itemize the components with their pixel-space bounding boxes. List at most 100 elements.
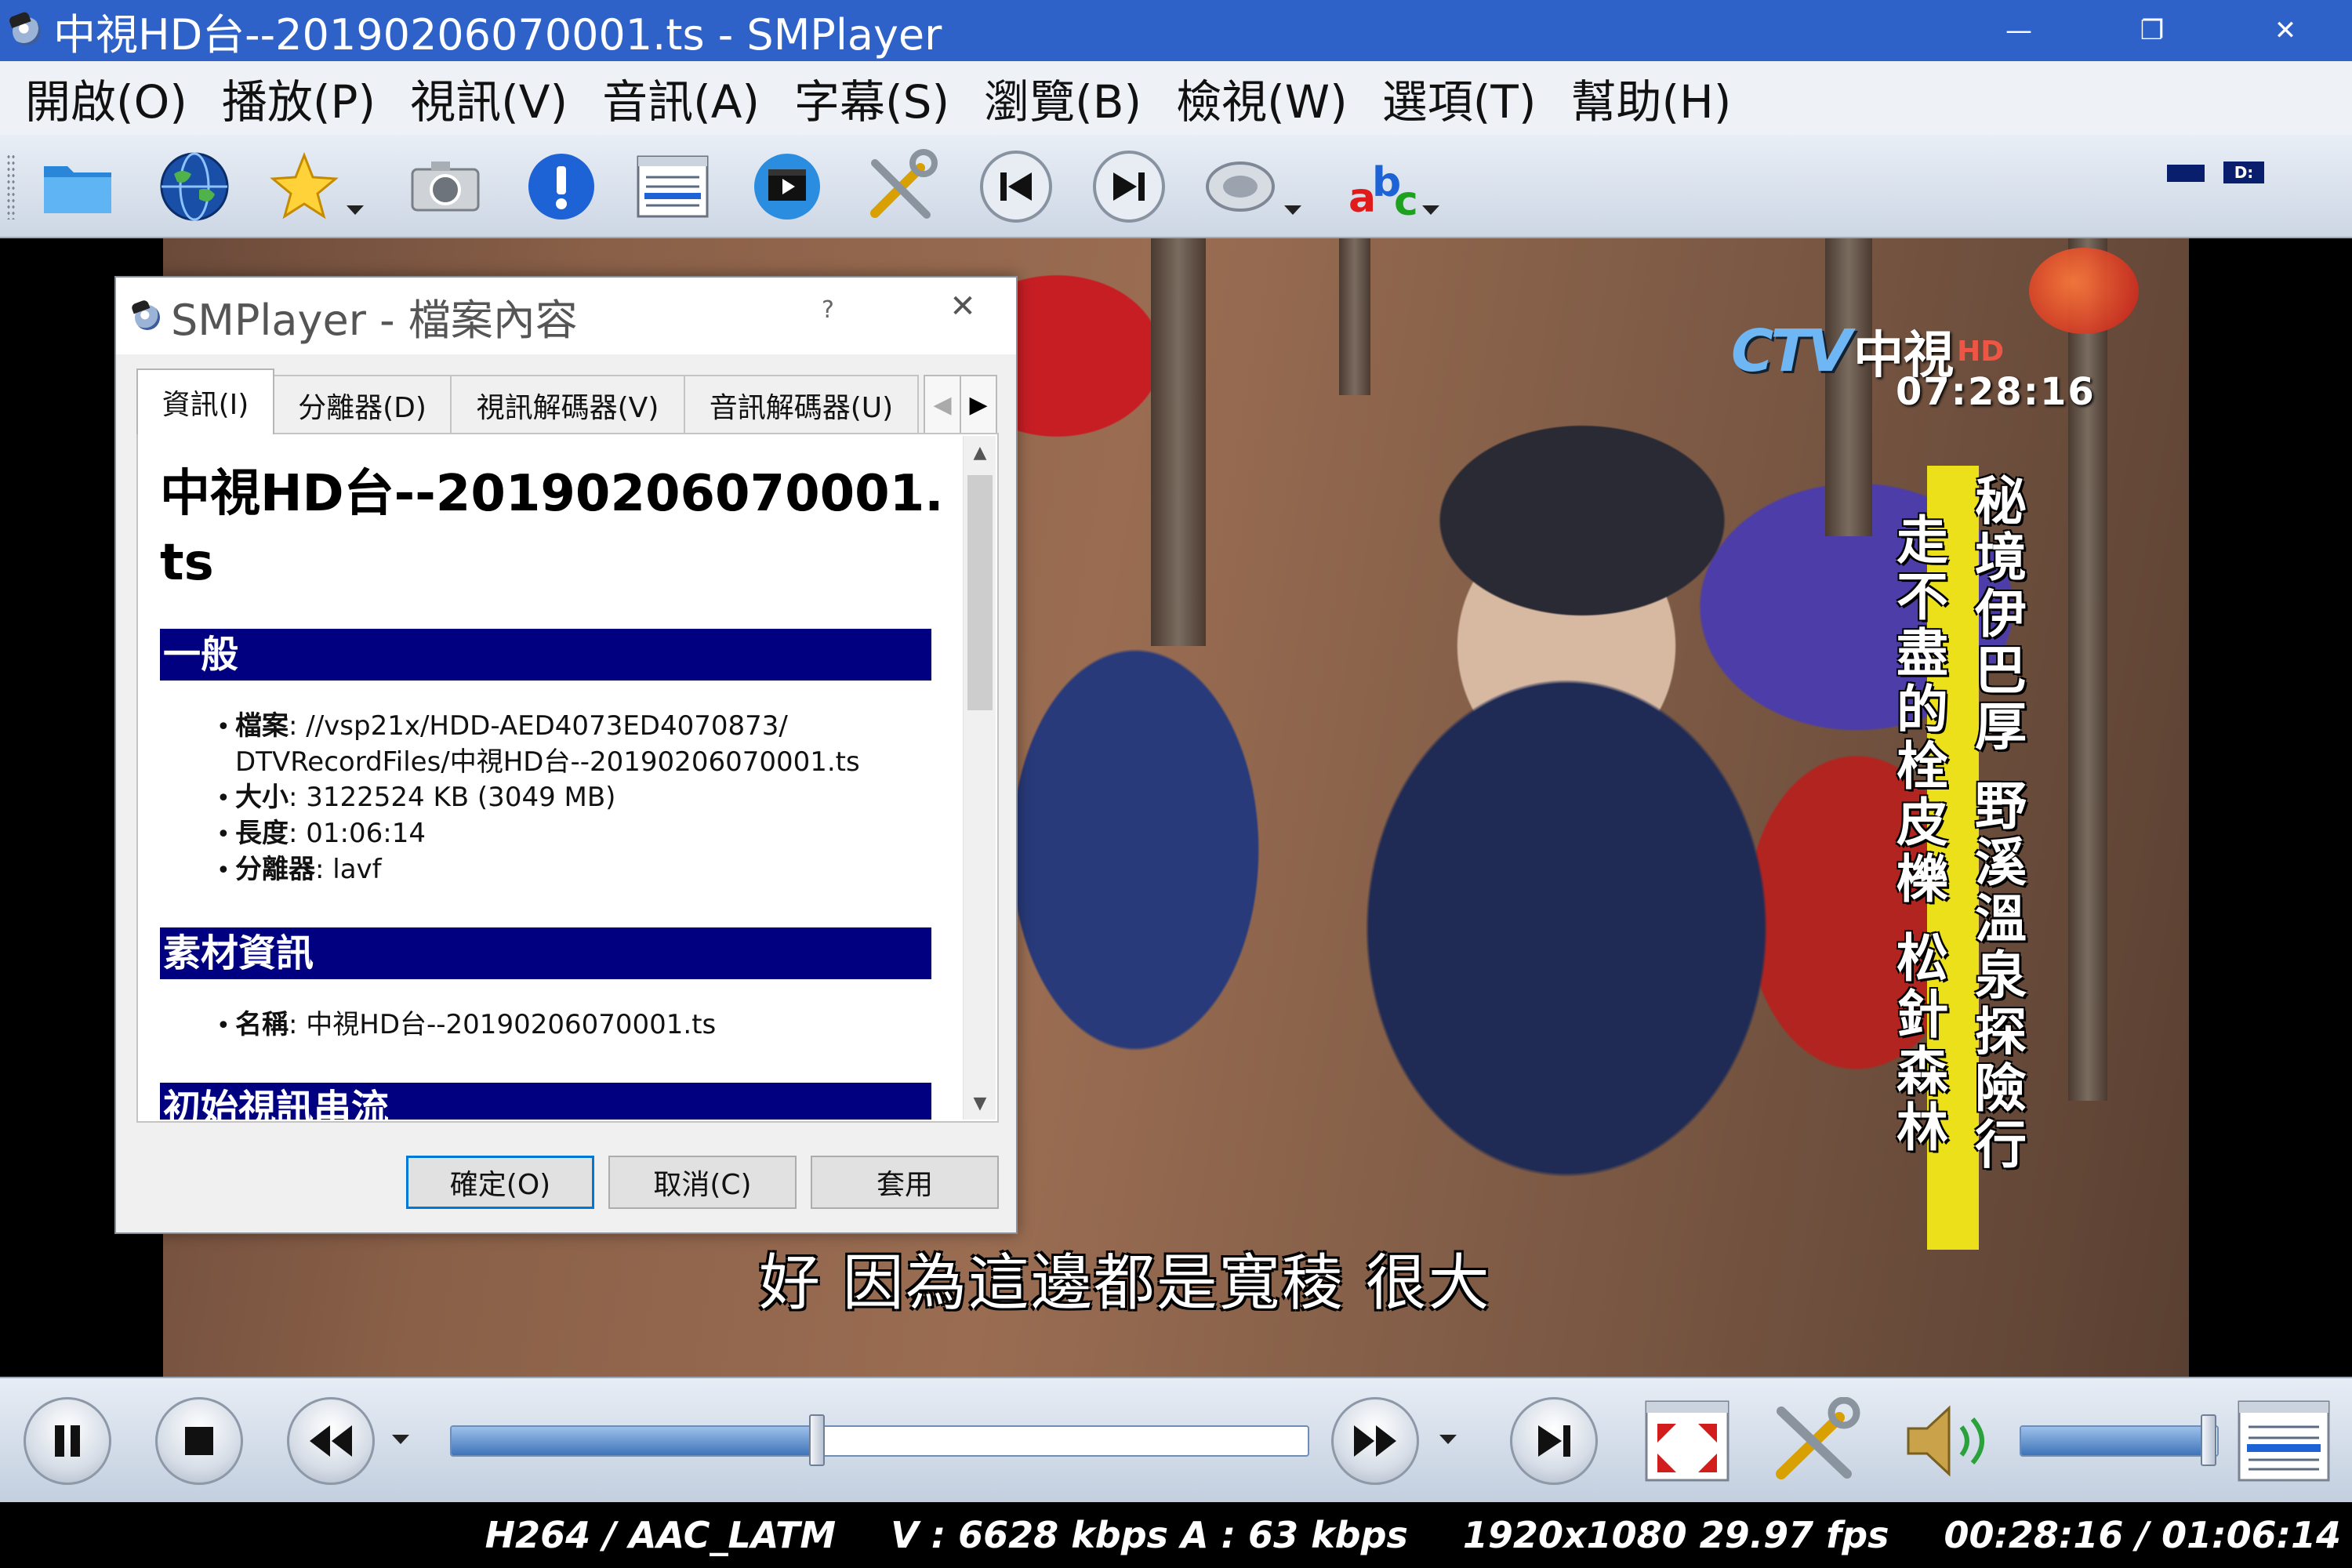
audio-track-dropdown-icon[interactable]: [1284, 205, 1301, 215]
seek-bar[interactable]: [450, 1425, 1309, 1457]
general-properties: 檔案: //vsp21x/HDD-AED4073ED4070873/DTVRec…: [235, 709, 947, 888]
close-button[interactable]: ✕: [2219, 0, 2352, 61]
preferences-tools-icon[interactable]: [861, 146, 942, 227]
dialog-help-button[interactable]: ?: [822, 296, 834, 324]
playlist-button[interactable]: [2238, 1400, 2330, 1482]
tab-scroll-left-icon[interactable]: ◀: [924, 375, 961, 434]
scroll-down-icon[interactable]: ▼: [964, 1087, 996, 1120]
volume-handle[interactable]: [2201, 1414, 2217, 1466]
volume-level: [2021, 1427, 2208, 1455]
drive-indicator: D:: [2223, 162, 2264, 183]
playlist-icon: [2238, 1400, 2330, 1482]
menu-subtitles[interactable]: 字幕(S): [794, 65, 949, 131]
status-resolution: 1920x1080 29.97 fps: [1462, 1514, 1889, 1556]
tab-info[interactable]: 資訊(I): [136, 368, 274, 434]
toolbar-grip[interactable]: [6, 154, 16, 220]
prop-file: 檔案: //vsp21x/HDD-AED4073ED4070873/DTVRec…: [235, 709, 947, 780]
rewind-icon: [310, 1425, 352, 1457]
clip-properties: 名稱: 中視HD台--20190206070001.ts: [235, 1007, 947, 1044]
tray-indicator-icon: [2167, 165, 2205, 182]
tab-video-codec[interactable]: 視訊解碼器(V): [450, 375, 685, 434]
pause-icon: [55, 1425, 80, 1457]
favorites-star-icon[interactable]: [263, 146, 345, 227]
info-content: 中視HD台--20190206070001.ts 一般 檔案: //vsp21x…: [160, 445, 947, 1120]
volume-slider[interactable]: [2020, 1425, 2219, 1457]
fullscreen-icon: [1645, 1400, 1730, 1482]
prop-duration: 長度: 01:06:14: [235, 816, 947, 852]
ctv-logo-mark: CTV: [1731, 318, 1852, 385]
audio-track-icon[interactable]: [1200, 146, 1281, 227]
tab-demuxer[interactable]: 分離器(D): [273, 375, 452, 434]
rewind-button[interactable]: [287, 1397, 375, 1485]
forward-dropdown-icon[interactable]: [1439, 1435, 1457, 1444]
minimize-button[interactable]: —: [1952, 0, 2085, 61]
prop-size: 大小: 3122524 KB (3049 MB): [235, 780, 947, 816]
menu-view[interactable]: 檢視(W): [1176, 65, 1348, 131]
section-general: 一般: [160, 629, 931, 681]
restore-button[interactable]: ❐: [2085, 0, 2219, 61]
playlist-icon[interactable]: [632, 146, 713, 227]
channel-hd-badge: HD: [1957, 335, 2005, 368]
status-bar: H264 / AAC_LATM V : 6628 kbps A : 63 kbp…: [0, 1502, 2352, 1568]
stop-button[interactable]: [155, 1397, 243, 1485]
apply-button[interactable]: 套用: [811, 1156, 999, 1209]
prop-demuxer: 分離器: lavf: [235, 852, 947, 888]
scroll-thumb[interactable]: [967, 475, 993, 710]
next-chapter-icon[interactable]: [1088, 146, 1170, 227]
preferences-button[interactable]: [1769, 1396, 1863, 1485]
seek-progress: [452, 1427, 817, 1455]
status-codecs: H264 / AAC_LATM: [485, 1514, 837, 1556]
menu-options[interactable]: 選項(T): [1382, 65, 1537, 131]
mute-button[interactable]: [1900, 1400, 1998, 1482]
lantern-decoration: [2029, 248, 2139, 334]
video-equalizer-icon[interactable]: [746, 146, 828, 227]
subtitles-dropdown-icon[interactable]: [1422, 205, 1439, 215]
favorites-dropdown-icon[interactable]: [347, 205, 364, 215]
next-icon: [1538, 1425, 1570, 1457]
fullscreen-button[interactable]: [1645, 1400, 1730, 1482]
status-time: 00:28:16 / 01:06:14: [1944, 1514, 2342, 1556]
info-panel: 中視HD台--20190206070001.ts 一般 檔案: //vsp21x…: [136, 433, 999, 1123]
menu-bar: 開啟(O) 播放(P) 視訊(V) 音訊(A) 字幕(S) 瀏覽(B) 檢視(W…: [0, 61, 2352, 135]
speaker-icon: [1907, 1405, 1984, 1477]
forward-button[interactable]: [1331, 1397, 1419, 1485]
subtitles-abc-icon[interactable]: abc: [1342, 146, 1424, 227]
globe-icon[interactable]: [154, 146, 235, 227]
screenshot-camera-icon[interactable]: [405, 146, 486, 227]
caption-left: 走不盡的栓皮櫟 松針森林: [1888, 513, 1948, 1156]
menu-browse[interactable]: 瀏覽(B): [984, 65, 1142, 131]
file-properties-dialog: SMPlayer - 檔案內容 ? ✕ 資訊(I) 分離器(D) 視訊解碼器(V…: [114, 276, 1018, 1234]
dialog-title-bar: SMPlayer - 檔案內容 ? ✕: [116, 278, 1016, 354]
cancel-button[interactable]: 取消(C): [608, 1156, 797, 1209]
menu-audio[interactable]: 音訊(A): [602, 65, 760, 131]
stop-icon: [185, 1427, 213, 1455]
menu-help[interactable]: 幫助(H): [1570, 65, 1731, 131]
seek-handle[interactable]: [808, 1414, 825, 1466]
smplayer-dialog-icon: [130, 299, 165, 333]
pause-button[interactable]: [24, 1397, 111, 1485]
folder-icon[interactable]: [38, 146, 119, 227]
info-scrollbar[interactable]: ▲ ▼: [963, 436, 996, 1120]
previous-chapter-icon[interactable]: [975, 146, 1057, 227]
preferences-tools-icon: [1776, 1396, 1860, 1479]
next-button[interactable]: [1510, 1397, 1598, 1485]
menu-video[interactable]: 視訊(V): [410, 65, 568, 131]
dialog-close-button[interactable]: ✕: [939, 289, 986, 325]
forward-icon: [1354, 1425, 1396, 1457]
tab-scroll-right-icon[interactable]: ▶: [960, 375, 997, 434]
info-icon[interactable]: [521, 146, 602, 227]
section-clip-info: 素材資訊: [160, 927, 931, 979]
menu-open[interactable]: 開啟(O): [25, 65, 187, 131]
control-bar: [0, 1377, 2352, 1502]
dialog-title: SMPlayer - 檔案內容: [171, 295, 578, 345]
window-title: 中視HD台--20190206070001.ts - SMPlayer: [53, 9, 942, 60]
menu-play[interactable]: 播放(P): [222, 65, 376, 131]
video-subtitle: 好 因為這邊都是寬稜 很大: [759, 1248, 1491, 1319]
scroll-up-icon[interactable]: ▲: [964, 436, 996, 469]
ok-button[interactable]: 確定(O): [406, 1156, 594, 1209]
smplayer-app-icon: [8, 10, 47, 50]
channel-clock: 07:28:16: [1896, 370, 2096, 414]
rewind-dropdown-icon[interactable]: [392, 1435, 409, 1444]
tab-audio-codec[interactable]: 音訊解碼器(U): [684, 375, 919, 434]
svg-text:c: c: [1394, 178, 1418, 224]
